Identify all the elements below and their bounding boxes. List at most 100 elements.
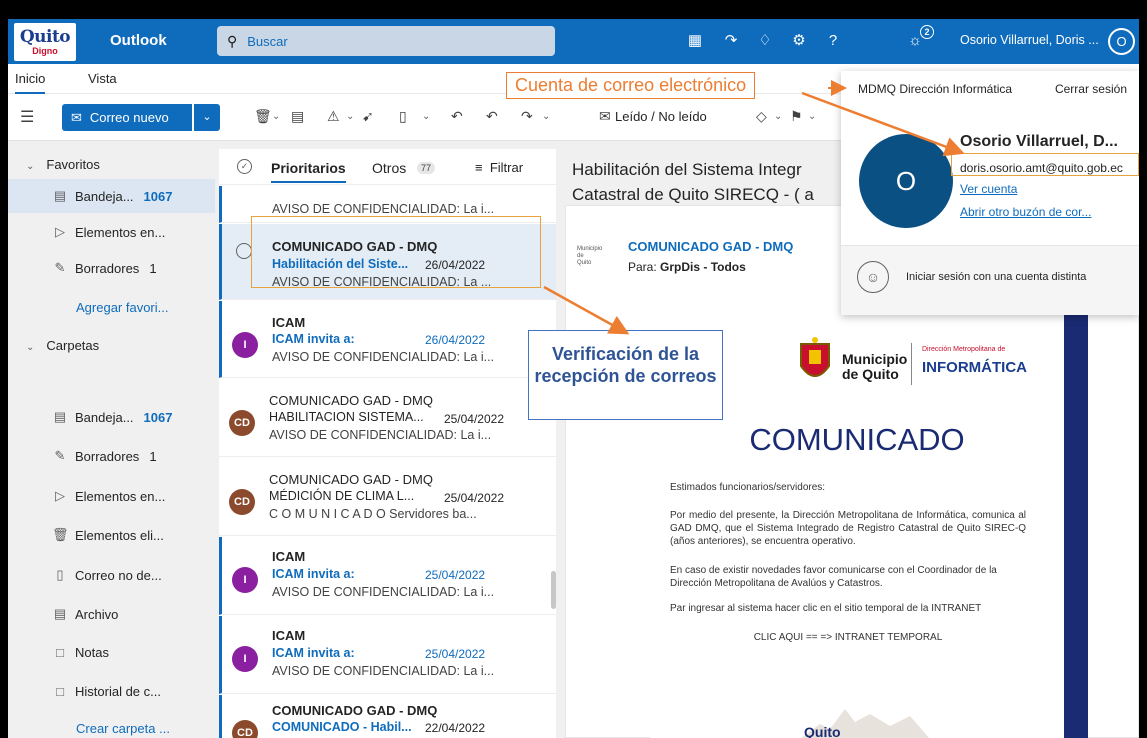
list-item[interactable]: I ICAM ICAM invita a: 26/04/2022 AVISO D… [219, 301, 556, 378]
report-icon[interactable]: ⚠ [327, 108, 340, 125]
message-title: Habilitación del Sistema Integr Catastra… [572, 160, 814, 204]
sidebar-item-notes[interactable]: □ Notas [8, 635, 215, 669]
bell-icon[interactable]: ♢ [754, 30, 776, 52]
trash-icon: 🗑 [52, 527, 69, 542]
sidebar-item-label: Borradores [75, 260, 140, 276]
message-sender[interactable]: COMUNICADO GAD - DMQ [628, 239, 793, 254]
list-item[interactable]: CD COMUNICADO GAD - DMQ HABILITACION SIS… [219, 379, 556, 457]
sidebar-item-sent-fav[interactable]: ▷ Elementos en... [8, 215, 215, 249]
sidebar-item-drafts[interactable]: ✎ Borradores 1 [8, 439, 215, 473]
move-to-icon[interactable]: ▯ [399, 108, 407, 125]
chevron-down-icon[interactable]: ⌄ [542, 111, 550, 122]
account-name: Osorio Villarruel, D... [960, 133, 1118, 150]
open-other-mailbox-link[interactable]: Abrir otro buzón de cor... [960, 205, 1091, 219]
chevron-down-icon[interactable]: ⌄ [346, 111, 354, 122]
tab-inicio[interactable]: Inicio [15, 71, 46, 94]
tab-other[interactable]: Otros [372, 160, 406, 176]
sweep-icon[interactable]: ➹ [362, 108, 374, 125]
draft-count: 1 [149, 448, 157, 464]
flag-arrow-icon[interactable]: ↷ [720, 30, 742, 52]
avatar[interactable]: O [1108, 28, 1135, 55]
mail-icon: ✉ [71, 109, 82, 125]
view-account-link[interactable]: Ver cuenta [960, 182, 1017, 196]
highlight-box-email [951, 153, 1139, 176]
switch-account-row[interactable]: ☺ Iniciar sesión con una cuenta distinta [841, 245, 1139, 315]
read-unread-button[interactable]: Leído / No leído [615, 109, 707, 124]
reply-all-icon[interactable]: ↶ [486, 108, 498, 125]
select-radio[interactable] [236, 243, 252, 259]
favorites-header[interactable]: ⌄ Favoritos [26, 157, 100, 172]
flag-icon[interactable]: ⚑ [790, 108, 803, 125]
gear-icon[interactable]: ⚙ [788, 30, 810, 52]
inbox-icon: ▤ [53, 188, 67, 203]
tab-vista[interactable]: Vista [88, 71, 117, 86]
app-name[interactable]: Outlook [110, 32, 167, 49]
sidebar-item-inbox[interactable]: ▤ Bandeja... 1067 [8, 400, 215, 434]
apps-icon[interactable]: ▦ [684, 30, 706, 52]
chevron-down-icon[interactable]: ⌄ [422, 111, 430, 122]
sidebar-item-label: Historial de c... [75, 683, 161, 699]
select-all-checkbox[interactable]: ✓ [237, 159, 252, 174]
divider [911, 343, 912, 385]
list-item[interactable]: CD COMUNICADO GAD - DMQ COMUNICADO - Hab… [219, 695, 556, 738]
list-item[interactable]: I ICAM ICAM invita a: 25/04/2022 AVISO D… [219, 537, 556, 615]
reply-icon[interactable]: ↶ [451, 108, 463, 125]
message-preview: AVISO DE CONFIDENCIALIDAD: La i... [272, 664, 495, 678]
search-input[interactable]: ⚲ Buscar [217, 26, 555, 56]
search-placeholder: Buscar [247, 33, 288, 49]
message-preview: AVISO DE CONFIDENCIALIDAD: La i... [272, 350, 495, 364]
message-sender: ICAM [272, 628, 306, 643]
document-greeting: Estimados funcionarios/servidores: [670, 482, 826, 493]
document-paragraph: Por medio del presente, la Dirección Met… [670, 510, 1026, 547]
avatar: O [859, 134, 953, 228]
message-subject: ICAM invita a: [272, 567, 355, 581]
chevron-down-icon[interactable]: ⌄ [272, 111, 280, 122]
sidebar-item-history[interactable]: □ Historial de c... [8, 674, 215, 708]
sign-out-button[interactable]: Cerrar sesión [1055, 82, 1127, 96]
create-folder-link[interactable]: Crear carpeta ... [76, 721, 170, 736]
sidebar-item-deleted[interactable]: 🗑 Elementos eli... [8, 518, 215, 552]
folders-header[interactable]: ⌄ Carpetas [26, 338, 99, 353]
menu-icon[interactable]: ☰ [20, 107, 34, 127]
message-date: 25/04/2022 [425, 568, 486, 582]
list-item[interactable]: I ICAM ICAM invita a: 25/04/2022 AVISO D… [219, 616, 556, 694]
new-mail-dropdown-button[interactable]: ⌄ [194, 104, 220, 131]
sidebar-item-label: Elementos eli... [75, 527, 164, 543]
user-name[interactable]: Osorio Villarruel, Doris ... [960, 33, 1099, 47]
archive-icon[interactable]: ▤ [291, 108, 304, 125]
sidebar-item-inbox-fav[interactable]: ▤ Bandeja... 1067 [8, 179, 215, 213]
message-subject: MÉDICIÓN DE CLIMA L... [269, 489, 415, 503]
filter-button[interactable]: ≡ Filtrar [475, 160, 523, 175]
intranet-link[interactable]: CLIC AQUI == => INTRANET TEMPORAL [670, 631, 1026, 644]
chevron-down-icon[interactable]: ⌄ [774, 111, 782, 122]
message-date: 25/04/2022 [425, 647, 486, 661]
list-item[interactable]: CD COMUNICADO GAD - DMQ MÉDICIÓN DE CLIM… [219, 458, 556, 536]
new-mail-button[interactable]: ✉ Correo nuevo [62, 104, 192, 131]
message-sender: COMUNICADO GAD - DMQ [269, 393, 433, 408]
folder-icon: □ [56, 683, 64, 699]
avatar: CD [229, 410, 255, 436]
help-icon[interactable]: ? [822, 30, 844, 52]
other-count-badge: 77 [417, 162, 436, 174]
sidebar-item-sent[interactable]: ▷ Elementos en... [8, 479, 215, 513]
sidebar-item-drafts-fav[interactable]: ✎ Borradores 1 [8, 251, 215, 285]
sender-logo: Municipio de Quito [577, 246, 603, 266]
avatar: CD [229, 489, 255, 515]
tab-focused[interactable]: Prioritarios [271, 160, 346, 183]
annotation-verification: Verificación de la recepción de correos [528, 330, 723, 420]
add-favorite-link[interactable]: Agregar favori... [76, 300, 169, 315]
tag-icon[interactable]: ◇ [756, 108, 767, 125]
avatar: I [232, 646, 258, 672]
chevron-down-icon[interactable]: ⌄ [808, 111, 816, 122]
footer-logo-text: Quito [804, 724, 841, 738]
forward-icon[interactable]: ↷ [521, 108, 533, 125]
sidebar-item-label: Bandeja... [75, 188, 134, 204]
coat-of-arms-icon [800, 337, 830, 377]
sidebar-item-junk[interactable]: ▯ Correo no de... [8, 558, 215, 592]
message-subject: ICAM invita a: [272, 332, 355, 346]
junk-icon: ▯ [56, 567, 64, 582]
quito-logo[interactable]: Quito Digno [14, 23, 76, 61]
sidebar-item-archive[interactable]: ▤ Archivo [8, 597, 215, 631]
document-paragraph: En caso de existir novedades favor comun… [670, 565, 997, 589]
delete-icon[interactable]: 🗑 [254, 108, 272, 125]
